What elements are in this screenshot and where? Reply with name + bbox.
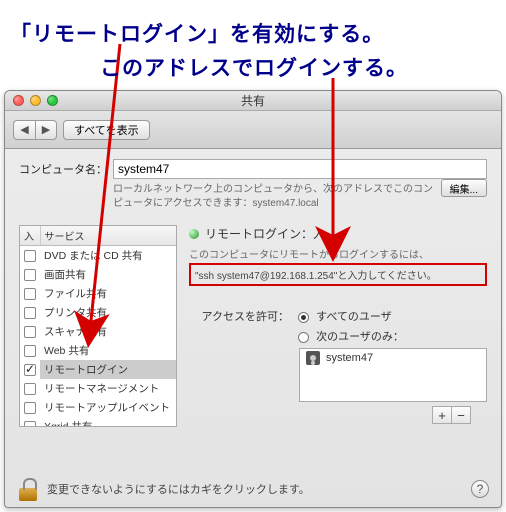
radio-only-users[interactable] bbox=[298, 332, 309, 343]
annotation-address: このアドレスでログインする。 bbox=[100, 52, 408, 82]
service-label: プリンタ共有 bbox=[40, 303, 176, 322]
toolbar: ◀ ▶ すべてを表示 bbox=[5, 111, 501, 149]
service-list: 入 サービス DVD または CD 共有画面共有ファイル共有プリンタ共有スキャナ… bbox=[19, 225, 177, 427]
service-label: ファイル共有 bbox=[40, 284, 176, 303]
forward-button[interactable]: ▶ bbox=[35, 120, 57, 140]
service-label: 画面共有 bbox=[40, 265, 176, 284]
service-label: リモートログイン bbox=[40, 360, 176, 379]
status-title: リモートログイン：入 bbox=[205, 225, 325, 242]
status-dot-icon bbox=[189, 229, 199, 239]
list-item: system47 bbox=[300, 349, 486, 367]
col-on: 入 bbox=[20, 226, 40, 246]
service-checkbox[interactable] bbox=[24, 364, 36, 376]
service-row[interactable]: Xgrid 共有 bbox=[20, 417, 176, 427]
service-row[interactable]: リモートアップルイベント bbox=[20, 398, 176, 417]
service-row[interactable]: 画面共有 bbox=[20, 265, 176, 284]
service-checkbox[interactable] bbox=[24, 250, 36, 262]
lock-label: 変更できないようにするにはカギをクリックします。 bbox=[47, 481, 310, 497]
lock-icon[interactable] bbox=[17, 477, 39, 501]
titlebar: 共有 bbox=[5, 91, 501, 111]
service-row[interactable]: リモートマネージメント bbox=[20, 379, 176, 398]
ssh-command: "ssh system47@192.168.1.254"と入力してください。 bbox=[189, 263, 487, 286]
service-checkbox[interactable] bbox=[24, 288, 36, 300]
service-checkbox[interactable] bbox=[24, 421, 36, 427]
remove-user-button[interactable]: − bbox=[451, 406, 471, 424]
service-row[interactable]: スキャナ共有 bbox=[20, 322, 176, 341]
service-checkbox[interactable] bbox=[24, 402, 36, 414]
user-list[interactable]: system47 bbox=[299, 348, 487, 402]
help-button[interactable]: ? bbox=[471, 480, 489, 498]
computer-name-label: コンピュータ名： bbox=[19, 161, 107, 177]
radio-only-users-label: 次のユーザのみ： bbox=[316, 331, 404, 343]
service-checkbox[interactable] bbox=[24, 383, 36, 395]
col-service: サービス bbox=[40, 226, 176, 246]
status-help: このコンピュータにリモートからログインするには、 bbox=[189, 246, 487, 261]
service-label: リモートマネージメント bbox=[40, 379, 176, 398]
service-checkbox[interactable] bbox=[24, 307, 36, 319]
access-label: アクセスを許可： bbox=[189, 308, 289, 324]
service-label: スキャナ共有 bbox=[40, 322, 176, 341]
service-row[interactable]: ファイル共有 bbox=[20, 284, 176, 303]
add-user-button[interactable]: + bbox=[432, 406, 452, 424]
computer-name-help: ローカルネットワーク上のコンピュータから、次のアドレスでこのコンピュータにアクセ… bbox=[113, 183, 437, 211]
service-label: DVD または CD 共有 bbox=[40, 246, 176, 266]
service-row[interactable]: Web 共有 bbox=[20, 341, 176, 360]
service-checkbox[interactable] bbox=[24, 326, 36, 338]
user-name: system47 bbox=[326, 352, 373, 364]
user-icon bbox=[306, 351, 320, 365]
radio-all-users-label: すべてのユーザ bbox=[316, 311, 392, 323]
service-label: Xgrid 共有 bbox=[40, 417, 176, 427]
edit-button[interactable]: 編集... bbox=[441, 179, 487, 197]
service-row[interactable]: プリンタ共有 bbox=[20, 303, 176, 322]
service-checkbox[interactable] bbox=[24, 345, 36, 357]
computer-name-input[interactable] bbox=[113, 159, 487, 179]
show-all-button[interactable]: すべてを表示 bbox=[63, 120, 150, 140]
service-row[interactable]: リモートログイン bbox=[20, 360, 176, 379]
service-label: リモートアップルイベント bbox=[40, 398, 176, 417]
back-button[interactable]: ◀ bbox=[13, 120, 35, 140]
service-row[interactable]: DVD または CD 共有 bbox=[20, 246, 176, 266]
service-label: Web 共有 bbox=[40, 341, 176, 360]
radio-all-users[interactable] bbox=[298, 312, 309, 323]
prefs-window: 共有 ◀ ▶ すべてを表示 コンピュータ名： ローカルネットワーク上のコンピュー… bbox=[4, 90, 502, 508]
service-checkbox[interactable] bbox=[24, 269, 36, 281]
window-title: 共有 bbox=[5, 92, 501, 109]
annotation-enable: 「リモートログイン」を有効にする。 bbox=[10, 18, 384, 48]
